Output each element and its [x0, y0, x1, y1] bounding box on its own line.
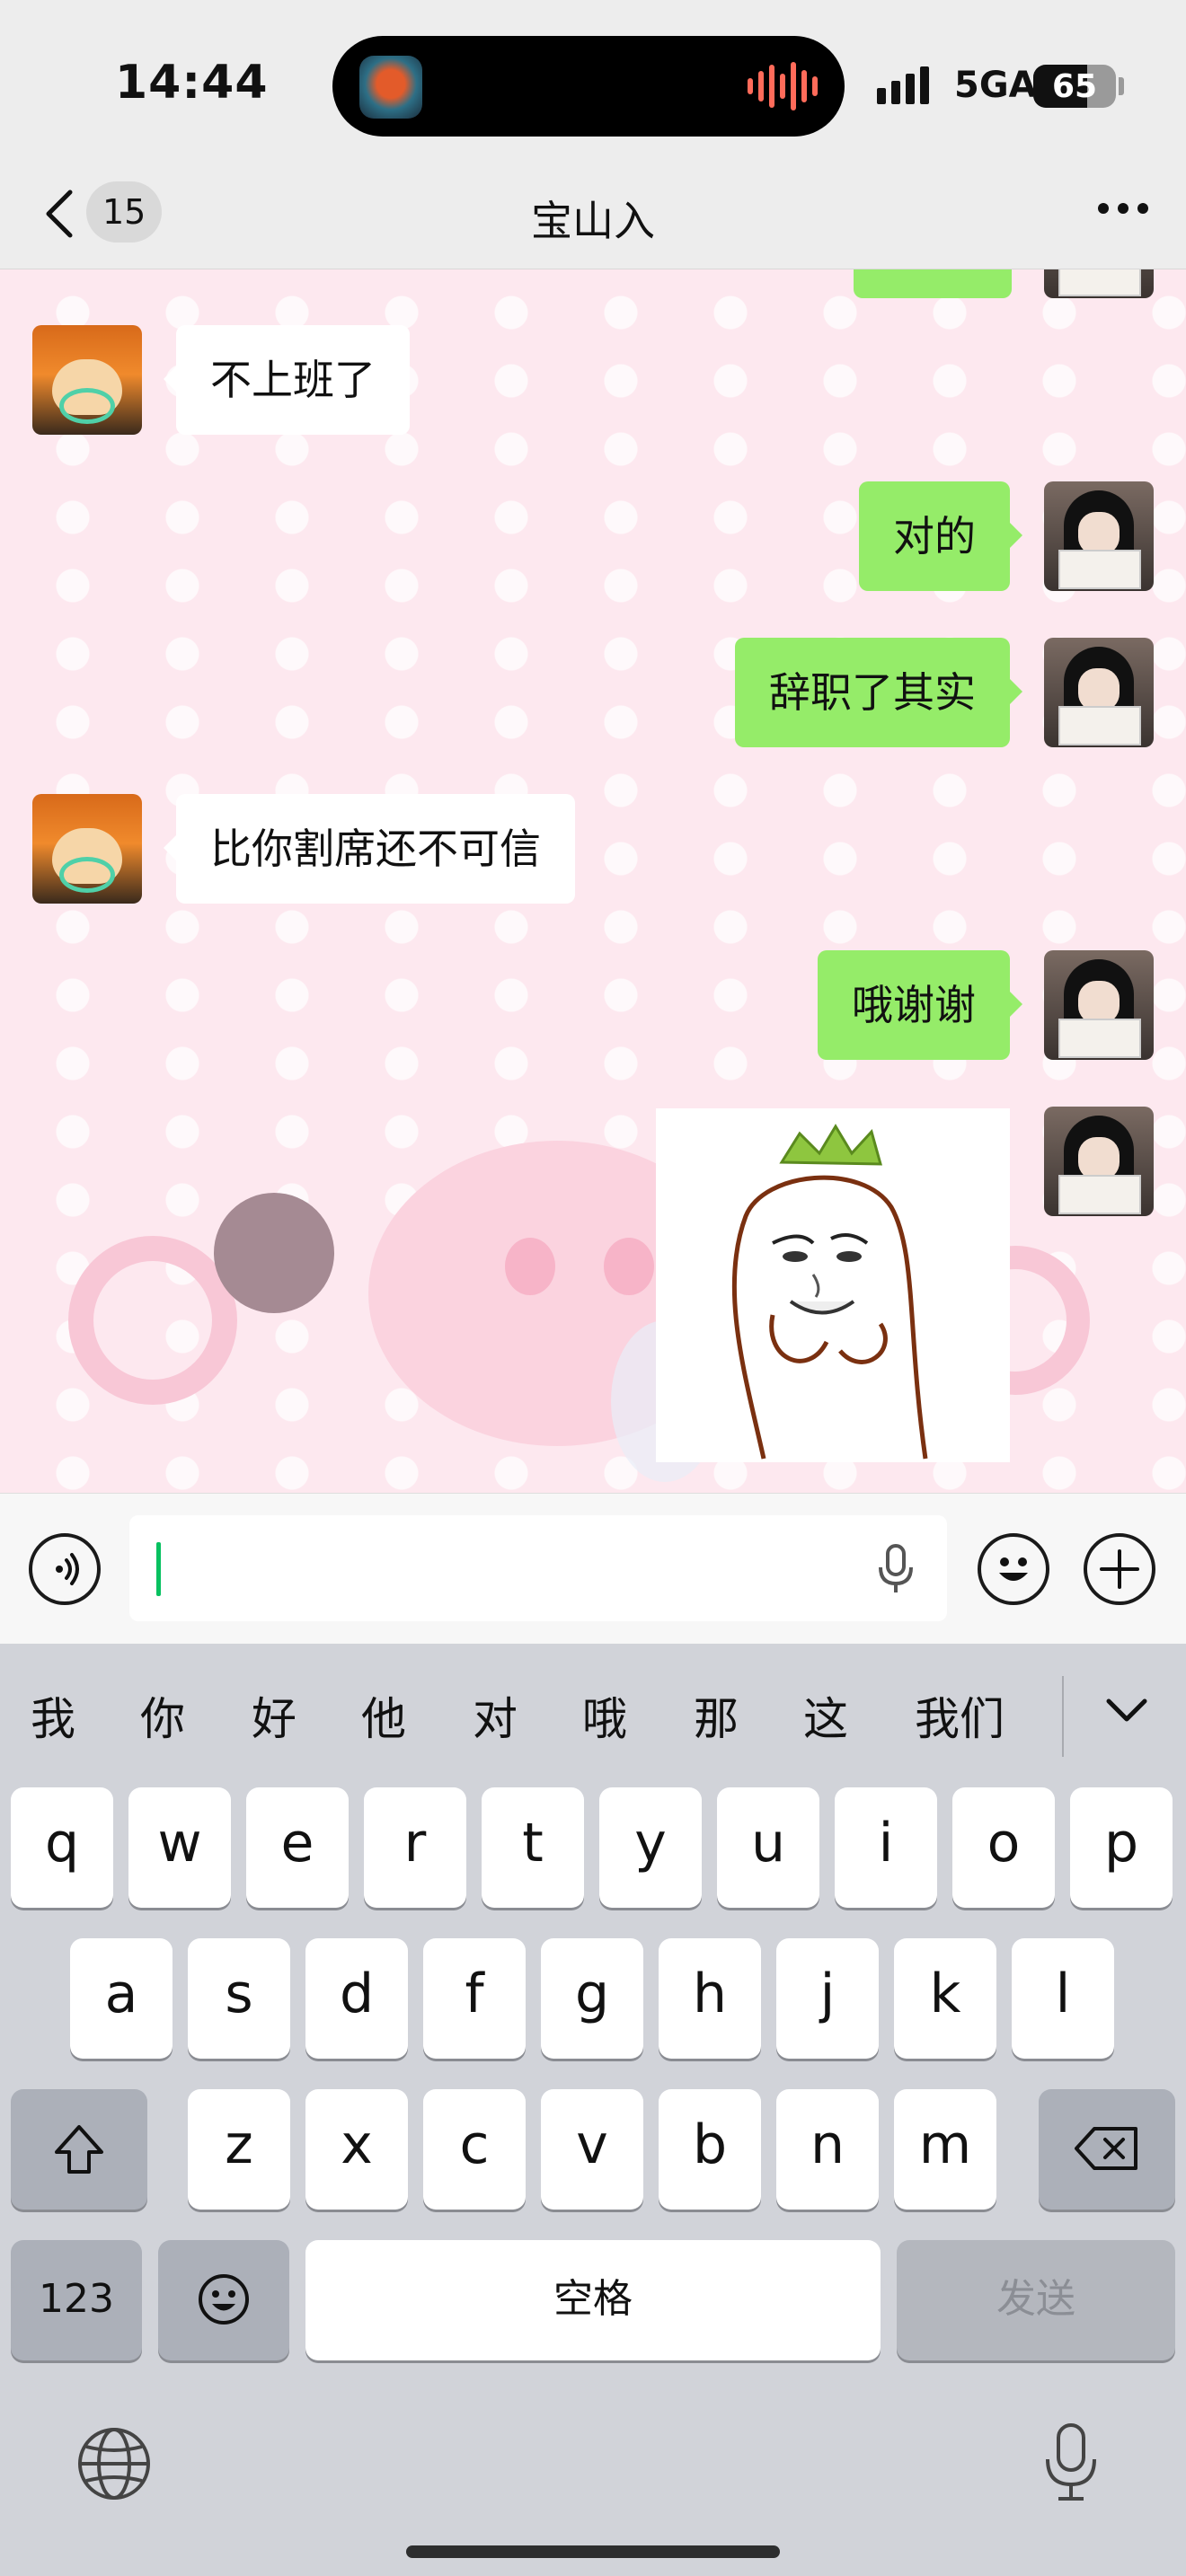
- emoji-key-icon[interactable]: [158, 2240, 289, 2360]
- key-r[interactable]: r: [364, 1787, 466, 1908]
- avatar-self[interactable]: [1044, 481, 1154, 591]
- candidate-word[interactable]: 我: [31, 1683, 75, 1748]
- key-a[interactable]: a: [70, 1938, 173, 2059]
- key-n[interactable]: n: [776, 2089, 879, 2210]
- home-indicator[interactable]: [406, 2545, 780, 2558]
- message-input-bar: [0, 1493, 1186, 1644]
- touch-indicator: [214, 1193, 334, 1313]
- avatar-self[interactable]: [1044, 950, 1154, 1060]
- avatar-contact[interactable]: [32, 794, 142, 904]
- ellipsis-icon[interactable]: [1098, 203, 1148, 214]
- avatar-contact[interactable]: [32, 325, 142, 435]
- key-s[interactable]: s: [188, 1938, 290, 2059]
- dynamic-island[interactable]: [332, 36, 845, 137]
- key-w[interactable]: w: [128, 1787, 231, 1908]
- key-x[interactable]: x: [305, 2089, 408, 2210]
- candidate-word[interactable]: 对: [473, 1683, 518, 1748]
- key-j[interactable]: j: [776, 1938, 879, 2059]
- key-v[interactable]: v: [541, 2089, 643, 2210]
- key-g[interactable]: g: [541, 1938, 643, 2059]
- candidate-divider: [1062, 1676, 1064, 1757]
- key-q[interactable]: q: [11, 1787, 113, 1908]
- audio-waveform-icon: [748, 61, 818, 111]
- message-bubble[interactable]: 比你割席还不可信: [164, 794, 575, 904]
- key-y[interactable]: y: [599, 1787, 702, 1908]
- text-caret: [156, 1542, 161, 1596]
- network-type: 5GA: [954, 65, 1037, 106]
- chevron-down-icon[interactable]: [1103, 1687, 1150, 1737]
- key-u[interactable]: u: [717, 1787, 819, 1908]
- numbers-key[interactable]: 123: [11, 2240, 142, 2360]
- key-l[interactable]: l: [1012, 1938, 1114, 2059]
- message-bubble[interactable]: 不上班了: [164, 325, 410, 435]
- message-input[interactable]: [129, 1515, 947, 1621]
- candidate-word[interactable]: 这: [803, 1683, 848, 1748]
- candidate-word[interactable]: 好: [252, 1683, 296, 1748]
- candidate-word[interactable]: 他: [361, 1683, 406, 1748]
- key-k[interactable]: k: [894, 1938, 996, 2059]
- key-d[interactable]: d: [305, 1938, 408, 2059]
- message-bubble-partial: [854, 269, 1012, 298]
- message-bubble[interactable]: 对的: [859, 481, 1022, 591]
- message-list[interactable]: 不上班了 对的 辞职了其实 比你割席还不可信 哦谢谢: [0, 269, 1186, 1493]
- crowned-meme-face-sticker[interactable]: [656, 1108, 1010, 1462]
- chat-header: 15 宝山入: [0, 162, 1186, 269]
- battery-tip: [1119, 77, 1124, 95]
- now-playing-artwork: [359, 56, 422, 119]
- key-t[interactable]: t: [482, 1787, 584, 1908]
- key-o[interactable]: o: [952, 1787, 1055, 1908]
- candidate-word[interactable]: 那: [694, 1683, 739, 1748]
- smiley-icon[interactable]: [978, 1533, 1049, 1605]
- candidate-bar: 我 你 好 他 对 哦 那 这 我们: [0, 1644, 1186, 1778]
- voice-mode-icon[interactable]: [29, 1533, 101, 1605]
- key-z[interactable]: z: [188, 2089, 290, 2210]
- message-bubble[interactable]: 哦谢谢: [818, 950, 1022, 1060]
- key-i[interactable]: i: [835, 1787, 937, 1908]
- dictation-mic-icon[interactable]: [1042, 2422, 1100, 2508]
- key-p[interactable]: p: [1070, 1787, 1173, 1908]
- key-e[interactable]: e: [246, 1787, 349, 1908]
- microphone-icon[interactable]: [875, 1542, 916, 1600]
- key-m[interactable]: m: [894, 2089, 996, 2210]
- plus-icon[interactable]: [1084, 1533, 1155, 1605]
- key-h[interactable]: h: [659, 1938, 761, 2059]
- avatar-self[interactable]: [1044, 638, 1154, 747]
- key-f[interactable]: f: [423, 1938, 526, 2059]
- globe-icon[interactable]: [75, 2425, 153, 2506]
- avatar-partial: [1044, 269, 1154, 298]
- battery-percent: 65: [1051, 68, 1098, 105]
- send-key[interactable]: 发送: [897, 2240, 1175, 2360]
- status-time: 14:44: [115, 56, 269, 110]
- key-c[interactable]: c: [423, 2089, 526, 2210]
- message-bubble[interactable]: 辞职了其实: [735, 638, 1022, 747]
- battery-icon: 65: [1033, 65, 1116, 108]
- avatar-self[interactable]: [1044, 1107, 1154, 1216]
- keyboard: 我 你 好 他 对 哦 那 这 我们 q w e r t y u i o p a…: [0, 1644, 1186, 2576]
- pig-wallpaper-illustration: [68, 1141, 1090, 1482]
- candidate-word[interactable]: 我们: [915, 1683, 1005, 1748]
- candidate-word[interactable]: 哦: [582, 1683, 627, 1748]
- key-b[interactable]: b: [659, 2089, 761, 2210]
- shift-icon[interactable]: [11, 2089, 147, 2210]
- space-key[interactable]: 空格: [305, 2240, 881, 2360]
- backspace-icon[interactable]: [1039, 2089, 1175, 2210]
- chat-title: 宝山入: [531, 197, 655, 245]
- cellular-signal-icon: [877, 66, 929, 104]
- status-bar: 14:44 5GA 65: [0, 0, 1186, 162]
- candidate-word[interactable]: 你: [140, 1683, 185, 1748]
